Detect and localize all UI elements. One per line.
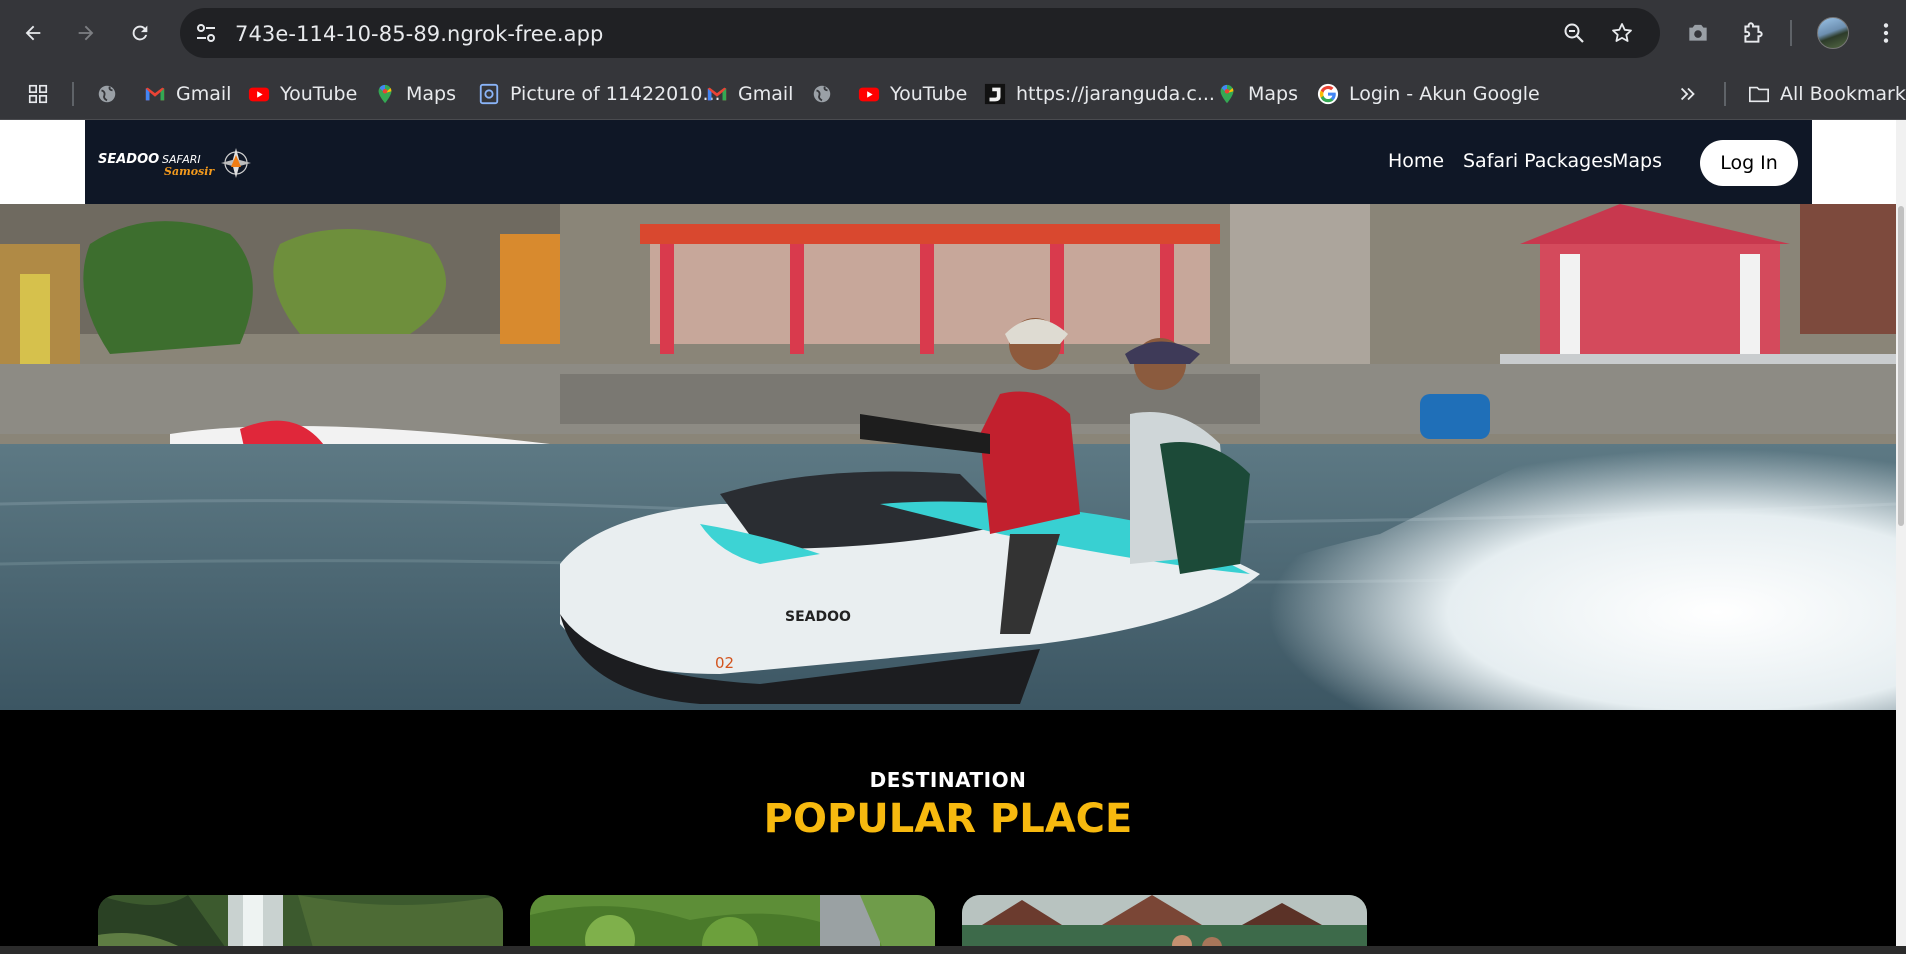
jetski-brand-text: SEADOO — [785, 609, 851, 625]
zoom-out-icon[interactable] — [1562, 21, 1586, 45]
screen: 743e-114-10-85-89.ngrok-free.app Gmail Y… — [0, 0, 1906, 954]
back-button[interactable] — [14, 14, 52, 52]
bookmark-label: Maps — [406, 83, 456, 105]
globe-icon — [98, 85, 116, 103]
gmail-icon — [145, 87, 165, 101]
logo-brand-text: SEADOO — [98, 152, 159, 167]
section-title: POPULAR PLACE — [763, 796, 1133, 842]
tune-icon[interactable] — [194, 21, 218, 45]
compass-logo-icon — [221, 148, 251, 178]
browser-toolbar: 743e-114-10-85-89.ngrok-free.app — [0, 0, 1906, 68]
bookmark-label: YouTube — [280, 83, 358, 105]
maps-icon — [378, 84, 392, 104]
bookmark-google-login[interactable]: Login - Akun Google — [1317, 80, 1540, 108]
camera-icon[interactable] — [1685, 20, 1711, 46]
scrollbar-thumb[interactable] — [1898, 206, 1904, 526]
toolbar-divider — [1790, 20, 1792, 46]
logo-sub-text: Samosir — [164, 165, 215, 178]
address-bar[interactable]: 743e-114-10-85-89.ngrok-free.app — [180, 8, 1660, 58]
document-icon — [479, 83, 499, 105]
bookmark-label: Maps — [1248, 83, 1298, 105]
bookmark-globe-1[interactable] — [96, 80, 118, 108]
hero-jetski-photo: SEADOO 02 — [0, 204, 1896, 710]
nav-maps[interactable]: Maps — [1612, 150, 1662, 172]
apps-shortcut[interactable] — [27, 80, 49, 108]
hero-image: SEADOO 02 — [0, 204, 1896, 710]
login-button[interactable]: Log In — [1700, 140, 1798, 186]
bookmark-globe-2[interactable] — [811, 80, 833, 108]
back-arrow-icon — [25, 25, 41, 41]
all-bookmarks-button[interactable]: All Bookmarks — [1748, 80, 1906, 108]
bookmark-picture[interactable]: Picture of 11422010... — [478, 80, 721, 108]
reload-icon — [132, 25, 148, 41]
google-icon — [1317, 83, 1339, 105]
globe-icon — [813, 85, 831, 103]
youtube-icon — [248, 87, 270, 102]
section-label: DESTINATION — [869, 768, 1027, 792]
nav-home[interactable]: Home — [1388, 150, 1444, 172]
bookmark-label: Gmail — [738, 83, 794, 105]
bookmark-youtube-2[interactable]: YouTube — [858, 80, 967, 108]
bookmark-divider — [72, 82, 74, 106]
bookmark-divider — [1724, 82, 1726, 106]
all-bookmarks-label: All Bookmarks — [1780, 83, 1906, 105]
bookmark-maps-2[interactable]: Maps — [1216, 80, 1298, 108]
bookmark-label: YouTube — [890, 83, 968, 105]
bookmark-jaranguda[interactable]: https://jaranguda.c... — [984, 80, 1215, 108]
bookmark-youtube-1[interactable]: YouTube — [248, 80, 357, 108]
apps-grid-icon — [28, 84, 48, 104]
gmail-icon — [707, 87, 727, 101]
forward-arrow-icon — [78, 25, 94, 41]
double-chevron-icon — [1680, 87, 1695, 101]
window-bottom-edge — [0, 946, 1906, 954]
bookmark-label: Gmail — [176, 83, 232, 105]
reload-button[interactable] — [121, 14, 159, 52]
seadoo-safari-logo[interactable]: SEADOO SAFARI Samosir — [98, 143, 258, 183]
profile-avatar[interactable] — [1817, 17, 1849, 49]
youtube-icon — [858, 87, 880, 102]
bookmark-maps-1[interactable]: Maps — [374, 80, 456, 108]
puzzle-icon[interactable] — [1740, 20, 1766, 46]
bookmarks-overflow-button[interactable] — [1677, 80, 1699, 108]
kebab-menu-icon[interactable] — [1873, 20, 1899, 46]
bookmark-label: Login - Akun Google — [1349, 83, 1540, 105]
bookmark-label: https://jaranguda.c... — [1016, 83, 1215, 105]
bookmark-gmail-2[interactable]: Gmail — [706, 80, 793, 108]
jetski-number-text: 02 — [715, 654, 734, 672]
nav-safari-packages[interactable]: Safari Packages — [1463, 150, 1613, 172]
bookmark-label: Picture of 11422010... — [510, 83, 721, 105]
star-icon[interactable] — [1610, 21, 1634, 45]
bookmarks-bar: Gmail YouTube Maps Picture of 11422010..… — [0, 68, 1906, 120]
maps-icon — [1220, 84, 1234, 104]
forward-button[interactable] — [67, 14, 105, 52]
bookmark-gmail-1[interactable]: Gmail — [144, 80, 231, 108]
folder-icon — [1749, 86, 1769, 103]
j-logo-icon — [984, 83, 1006, 105]
url-text[interactable]: 743e-114-10-85-89.ngrok-free.app — [235, 22, 603, 46]
